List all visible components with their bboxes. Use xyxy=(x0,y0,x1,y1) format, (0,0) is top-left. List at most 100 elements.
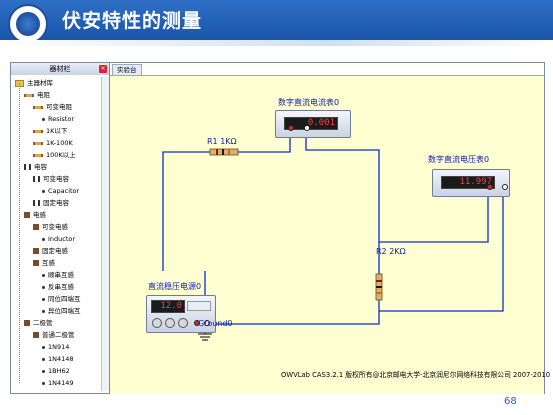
inductor-icon xyxy=(24,212,30,218)
tree-item-label: 可变电阻 xyxy=(46,103,72,111)
diode-icon xyxy=(33,332,39,338)
tree-item-label: 可变电感 xyxy=(42,223,68,231)
tree-item[interactable]: 异位四端互 xyxy=(42,305,81,317)
tree-item-label: 电感 xyxy=(33,211,46,219)
inductor-icon xyxy=(33,248,39,254)
tree-item[interactable]: Capacitor xyxy=(42,185,79,197)
tree-item-label: 可变电容 xyxy=(43,175,69,183)
university-logo-icon xyxy=(8,4,48,44)
tree-item[interactable]: 1N4148 xyxy=(42,353,74,365)
tree-item-label: 电容 xyxy=(34,163,47,171)
header-stripe xyxy=(0,40,553,46)
tree-item[interactable]: 1N914 xyxy=(42,341,69,353)
tree-item[interactable]: 可变电容 xyxy=(33,173,69,185)
ammeter[interactable]: 0.001 xyxy=(275,110,351,138)
voltmeter-plus-terminal[interactable] xyxy=(487,184,493,190)
ground-label: Ground0 xyxy=(198,319,233,328)
tree-item[interactable]: Inductor xyxy=(42,233,75,245)
current-knob-icon[interactable] xyxy=(165,318,175,328)
ammeter-plus-terminal[interactable] xyxy=(288,125,294,131)
resistor-icon xyxy=(33,105,43,109)
dot-icon xyxy=(42,345,45,349)
power-supply-label: 直流稳压电源0 xyxy=(148,282,202,291)
tree-item[interactable]: 普通二极管 xyxy=(33,329,75,341)
tree-item-label: 互感 xyxy=(42,259,55,267)
ammeter-minus-terminal[interactable] xyxy=(304,125,310,131)
tree-item-label: 1K-100K xyxy=(46,139,73,147)
slide-header: 伏安特性的测量 xyxy=(0,0,553,44)
dot-icon xyxy=(42,285,45,289)
equipment-panel: 器材栏 × 主器材库电阻可变电阻 Resistor 1K以下 1K-100K 100K以… xyxy=(11,63,110,393)
r2-label: R2 2KΩ xyxy=(376,247,406,256)
tree-item-label: 固定电感 xyxy=(42,247,68,255)
circuit-canvas[interactable]: 数字直流电流表0 0.001 数字直流电压表0 11.997 直流稳压电源0 1… xyxy=(110,75,544,394)
dot-icon xyxy=(42,369,45,373)
tree-item[interactable]: 互感 xyxy=(33,257,55,269)
tree-item[interactable]: 1K-100K xyxy=(33,137,73,149)
capacitor-icon xyxy=(24,164,31,170)
fine-knob-icon[interactable] xyxy=(178,318,188,328)
tree-item[interactable]: 固定电感 xyxy=(33,245,68,257)
resistor-icon xyxy=(33,141,43,145)
resistor-icon xyxy=(33,153,43,157)
tree-item[interactable]: 可变电阻 xyxy=(33,101,72,113)
dot-icon xyxy=(42,237,45,241)
dot-icon xyxy=(42,381,45,385)
workbench-panel: 实验台 数字直流电流表0 0.001 数字直流电压表0 11.997 直流稳压电… xyxy=(110,63,544,394)
voltage-knob-icon[interactable] xyxy=(152,318,162,328)
tree-item-label: 异位四端互 xyxy=(48,307,81,315)
tree-item-label: 主器材库 xyxy=(27,79,53,87)
tree-item[interactable]: 固定电容 xyxy=(33,197,69,209)
dot-icon xyxy=(42,357,45,361)
diode-icon xyxy=(24,320,30,326)
power-supply-brand-plate xyxy=(187,301,211,311)
page-number: 68 xyxy=(504,396,517,407)
tree-item[interactable]: 1BH62 xyxy=(42,365,70,377)
tree-item-label: 固定电容 xyxy=(43,199,69,207)
resistor-r2[interactable] xyxy=(373,272,385,302)
equipment-panel-title: 器材栏 × xyxy=(11,63,109,75)
tree-item[interactable]: 电容 xyxy=(24,161,47,173)
tree-item[interactable]: 同位四端互 xyxy=(42,293,81,305)
tree-item-label: 1K以下 xyxy=(46,127,68,135)
ground-icon[interactable] xyxy=(197,332,213,342)
tree-item[interactable]: 电阻 xyxy=(24,89,50,101)
tree-item[interactable]: 1K以下 xyxy=(33,125,67,137)
resistor-r1[interactable] xyxy=(208,146,240,158)
tree-item[interactable]: 电感 xyxy=(24,209,46,221)
equipment-scrollbar[interactable] xyxy=(101,77,109,391)
close-icon[interactable]: × xyxy=(99,65,107,73)
wire-ammeter-to-r2 xyxy=(305,124,380,274)
tree-item[interactable]: 反串互感 xyxy=(42,281,74,293)
power-supply-display: 12.0 xyxy=(151,300,185,313)
tree-item[interactable]: Resistor xyxy=(42,113,74,125)
tree-item-label: 普通二极管 xyxy=(42,331,75,339)
copyright-footer: OWVLab CAS3.2.1 版权所有@北京邮电大学-北京润尼尔网络科技有限公… xyxy=(281,371,551,379)
tree-item-label: 二极管 xyxy=(33,319,53,327)
tree-item-label: Resistor xyxy=(48,115,74,123)
capacitor-icon xyxy=(33,176,40,182)
r1-label: R1 1KΩ xyxy=(207,137,237,146)
equipment-tree: 主器材库电阻可变电阻 Resistor 1K以下 1K-100K 100K以上电容可变电… xyxy=(13,77,107,391)
tab-workbench[interactable]: 实验台 xyxy=(112,64,142,75)
tree-item[interactable]: 100K以上 xyxy=(33,149,76,161)
dot-icon xyxy=(42,189,45,193)
tree-item-label: 1N914 xyxy=(48,343,70,351)
dot-icon xyxy=(42,297,45,301)
tree-item[interactable]: 二极管 xyxy=(24,317,53,329)
voltmeter-label: 数字直流电压表0 xyxy=(428,155,490,164)
tree-item-label: 反串互感 xyxy=(48,283,74,291)
tree-item-label: 1N4149 xyxy=(48,379,74,387)
tree-item-label: 同位四端互 xyxy=(48,295,81,303)
voltmeter[interactable]: 11.997 xyxy=(432,169,510,197)
voltmeter-minus-terminal[interactable] xyxy=(502,184,508,190)
inductor-icon xyxy=(33,260,39,266)
dot-icon xyxy=(42,273,45,277)
tree-item[interactable]: 1N4149 xyxy=(42,377,74,389)
tree-item[interactable]: 顺串互感 xyxy=(42,269,74,281)
tree-item[interactable]: 主器材库 xyxy=(15,77,53,89)
tree-item[interactable]: 可变电感 xyxy=(33,221,68,233)
resistor-icon xyxy=(24,93,34,97)
app-window: 器材栏 × 主器材库电阻可变电阻 Resistor 1K以下 1K-100K 100K以… xyxy=(10,62,550,394)
resistor-icon xyxy=(33,129,43,133)
